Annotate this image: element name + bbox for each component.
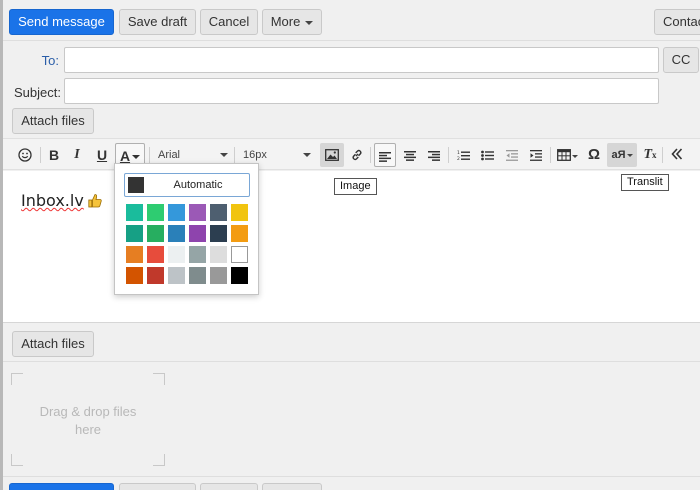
- more-button[interactable]: More: [262, 9, 322, 35]
- font-size-value: 16px: [243, 149, 267, 161]
- cc-button[interactable]: CC: [663, 47, 699, 73]
- color-swatch[interactable]: [126, 204, 143, 221]
- color-swatch[interactable]: [189, 204, 206, 221]
- color-swatch[interactable]: [210, 246, 227, 263]
- color-swatch[interactable]: [189, 267, 206, 284]
- color-swatch[interactable]: [168, 246, 185, 263]
- cancel-button-bottom[interactable]: [200, 483, 258, 490]
- color-swatch[interactable]: [189, 246, 206, 263]
- attach-files-button-bottom[interactable]: Attach files: [12, 331, 94, 357]
- collapse-icon[interactable]: [667, 143, 687, 167]
- color-swatch[interactable]: [168, 204, 185, 221]
- align-center-icon[interactable]: [399, 143, 421, 167]
- color-swatch[interactable]: [147, 246, 164, 263]
- contacts-button[interactable]: Contac: [654, 9, 700, 35]
- attach-files-button-top[interactable]: Attach files: [12, 108, 94, 134]
- save-draft-button-bottom[interactable]: [119, 483, 196, 490]
- color-swatch[interactable]: [126, 267, 143, 284]
- more-button-bottom[interactable]: [262, 483, 322, 490]
- translit-tooltip: Translit: [621, 174, 669, 191]
- subject-field[interactable]: [64, 78, 659, 104]
- automatic-color-swatch: [128, 177, 144, 193]
- save-draft-button[interactable]: Save draft: [119, 9, 196, 35]
- thumbs-up-icon: [88, 194, 102, 208]
- align-right-icon[interactable]: [423, 143, 445, 167]
- color-swatch[interactable]: [210, 225, 227, 242]
- automatic-color-button[interactable]: Automatic: [124, 173, 250, 197]
- translit-icon[interactable]: aЯ: [607, 143, 637, 167]
- ordered-list-icon[interactable]: 12: [452, 143, 474, 167]
- svg-text:1: 1: [457, 150, 460, 156]
- align-left-icon[interactable]: [374, 143, 396, 167]
- color-swatch[interactable]: [231, 204, 248, 221]
- bullet-list-icon[interactable]: [476, 143, 498, 167]
- special-char-icon[interactable]: Ω: [584, 143, 604, 167]
- color-swatch[interactable]: [126, 246, 143, 263]
- compose-window: Send message Save draft Cancel More Cont…: [0, 0, 700, 490]
- clear-format-icon[interactable]: Tx: [640, 143, 660, 167]
- drag-drop-text: Drag & drop files here: [39, 404, 137, 437]
- svg-text:2: 2: [457, 156, 460, 161]
- color-swatch[interactable]: [168, 225, 185, 242]
- color-swatch[interactable]: [168, 267, 185, 284]
- send-message-button[interactable]: Send message: [9, 9, 114, 35]
- underline-icon[interactable]: U: [93, 143, 111, 167]
- image-tooltip: Image: [334, 178, 377, 195]
- drag-drop-zone[interactable]: Drag & drop files here: [11, 373, 165, 466]
- color-palette-popup: Automatic: [114, 163, 259, 295]
- color-swatch[interactable]: [231, 246, 248, 263]
- cancel-button[interactable]: Cancel: [200, 9, 258, 35]
- color-swatch[interactable]: [189, 225, 206, 242]
- more-label: More: [270, 14, 301, 29]
- bold-icon[interactable]: B: [45, 143, 63, 167]
- compose-toolbar: Send message Save draft Cancel More Cont…: [3, 0, 700, 41]
- chevron-down-icon: [220, 153, 228, 157]
- editor-text: Inbox.lv: [21, 191, 84, 210]
- table-icon[interactable]: [554, 143, 580, 167]
- indent-icon[interactable]: [525, 143, 547, 167]
- color-swatch[interactable]: [210, 267, 227, 284]
- image-icon[interactable]: [320, 143, 344, 167]
- send-message-button-bottom[interactable]: [9, 483, 114, 490]
- chevron-down-icon: [305, 20, 314, 25]
- emoji-icon[interactable]: [14, 143, 36, 167]
- automatic-color-label: Automatic: [173, 179, 223, 191]
- editor-toolbar: B I U A Arial 16px 12 Ω aЯ Tx: [3, 138, 700, 170]
- editor-content: Inbox.lv: [21, 191, 102, 210]
- to-label: To:: [41, 53, 59, 68]
- link-icon[interactable]: [346, 143, 368, 167]
- color-swatch[interactable]: [231, 267, 248, 284]
- italic-icon[interactable]: I: [68, 143, 86, 167]
- color-swatch[interactable]: [231, 225, 248, 242]
- color-swatch[interactable]: [126, 225, 143, 242]
- color-swatch[interactable]: [210, 204, 227, 221]
- color-swatch[interactable]: [147, 267, 164, 284]
- font-family-value: Arial: [158, 149, 181, 161]
- chevron-down-icon: [303, 153, 311, 157]
- outdent-icon[interactable]: [501, 143, 523, 167]
- color-swatch[interactable]: [147, 204, 164, 221]
- subject-label: Subject:: [14, 85, 61, 100]
- color-swatch[interactable]: [147, 225, 164, 242]
- to-field[interactable]: [64, 47, 659, 73]
